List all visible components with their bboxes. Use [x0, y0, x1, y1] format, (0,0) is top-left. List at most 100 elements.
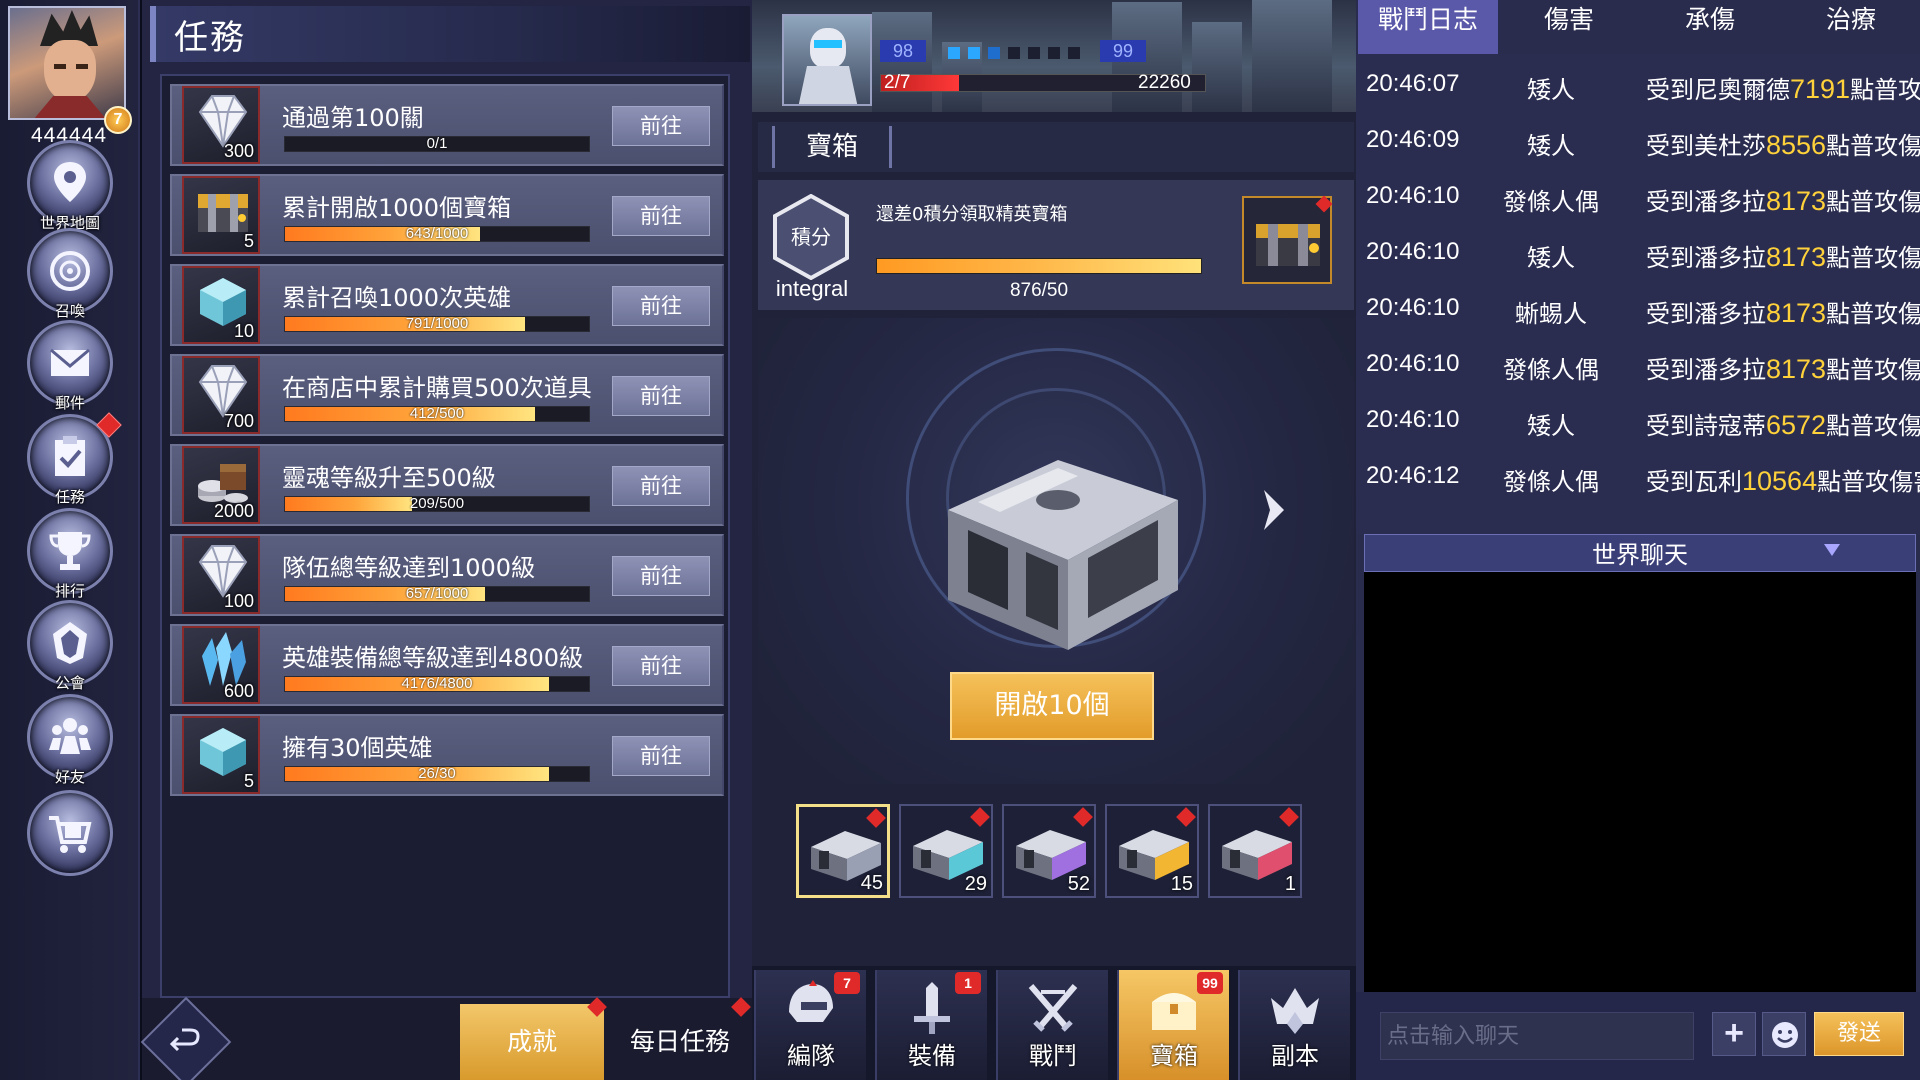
reward-count: 2000 [213, 501, 254, 521]
tab-achievement[interactable]: 成就 [460, 1004, 604, 1080]
chest-slot[interactable]: 1 [1208, 804, 1302, 898]
nav-item-summon-portal[interactable]: 召喚 [18, 228, 122, 334]
nav-item-mail[interactable]: 郵件 [18, 320, 122, 426]
big-chest-icon[interactable] [908, 440, 1208, 670]
quest-reward[interactable]: 5 [182, 176, 260, 254]
elite-chest-reward[interactable] [1242, 196, 1332, 284]
chat-collapse-icon[interactable] [1824, 544, 1840, 556]
nav-label: 郵件 [54, 394, 85, 412]
log-text-pre: 受到潘多拉 [1646, 244, 1766, 272]
log-text-post: 點普攻傷害 [1817, 468, 1920, 496]
friends-icon [49, 718, 91, 754]
next-chest-arrow-icon[interactable] [1258, 486, 1288, 534]
nav-label: 召喚 [54, 302, 85, 320]
hero-portrait[interactable] [782, 14, 872, 106]
log-actor: 發條人偶 [1503, 468, 1599, 496]
quest-reward[interactable]: 700 [182, 356, 260, 434]
points-value: 876/50 [1009, 280, 1069, 301]
chat-emoji-button[interactable] [1762, 1012, 1806, 1056]
log-text-post: 點普攻傷害 [1826, 300, 1920, 328]
nav-circle [27, 790, 113, 876]
bottom-tab-dungeon-crown[interactable]: 副本 [1238, 970, 1350, 1080]
nav-item-clipboard-check[interactable]: 任務 [18, 412, 122, 520]
quest-go-button[interactable]: 前往 [612, 466, 710, 506]
chat-plus-button[interactable]: + [1712, 1012, 1756, 1056]
log-damage-number: 6572 [1766, 410, 1827, 440]
progress-square [1028, 47, 1040, 59]
quest-go-button[interactable]: 前往 [612, 286, 710, 326]
log-tab[interactable]: 承傷 [1640, 0, 1780, 54]
nav-label: 任務 [54, 488, 85, 506]
nav-item-friends[interactable]: 好友 [18, 694, 122, 800]
quest-name: 在商店中累計購買500次道具 [282, 374, 592, 402]
quest-progress-bar: 643/1000 [284, 225, 590, 242]
bottom-tab-chest[interactable]: 寶箱 99 [1117, 970, 1229, 1080]
dungeon-crown-icon [1271, 988, 1319, 1034]
log-time: 20:46:10 [1366, 350, 1460, 377]
chest-slot[interactable]: 45 [796, 804, 890, 898]
chat-messages[interactable] [1364, 572, 1916, 992]
log-text: 受到潘多拉8173點普攻傷害 [1646, 350, 1920, 385]
bottom-tab-crossed-swords[interactable]: 戰鬥 [996, 970, 1108, 1080]
bottom-tab-label: 副本 [1271, 1042, 1319, 1070]
log-row: 20:46:10 矮人 受到詩寇蒂6572點普攻傷害 [1366, 396, 1920, 444]
quest-go-button[interactable]: 前往 [612, 736, 710, 776]
quest-reward[interactable]: 300 [182, 86, 260, 164]
points-message: 還差0積分領取精英寶箱 [876, 204, 1068, 225]
log-tab[interactable]: 戰鬥日志 [1358, 0, 1498, 54]
quest-go-button[interactable]: 前往 [612, 646, 710, 686]
quest-name: 累計召喚1000次英雄 [282, 284, 512, 312]
quest-row: 5 累計開啟1000個寶箱 643/1000 前往 [170, 174, 724, 256]
chest-slot[interactable]: 15 [1105, 804, 1199, 898]
quest-reward[interactable]: 600 [182, 626, 260, 704]
right-level: 99 [1100, 40, 1146, 62]
quest-go-button[interactable]: 前往 [612, 556, 710, 596]
chest-count: 52 [1067, 873, 1090, 895]
quest-reward[interactable]: 5 [182, 716, 260, 794]
progress-square [948, 47, 960, 59]
chest-slot[interactable]: 29 [899, 804, 993, 898]
hp-value: 22260 [1138, 72, 1191, 93]
bottom-tab-badge: 99 [1197, 972, 1223, 994]
log-tab[interactable]: 治療 [1781, 0, 1920, 54]
log-row: 20:46:09 矮人 受到美杜莎8556點普攻傷害 [1366, 116, 1920, 164]
log-text: 受到潘多拉8173點普攻傷害 [1646, 238, 1920, 273]
quest-progress-text: 26/30 [418, 765, 456, 782]
log-text-post: 點普攻傷害 [1826, 244, 1920, 272]
quest-go-button[interactable]: 前往 [612, 376, 710, 416]
nav-label: 排行 [54, 582, 85, 600]
chat-send-button[interactable]: 發送 [1814, 1012, 1904, 1056]
chat-input[interactable] [1380, 1012, 1694, 1060]
log-time: 20:46:10 [1366, 238, 1460, 265]
chest-count: 45 [860, 872, 883, 894]
nav-item-guild-emblem[interactable]: 公會 [18, 600, 122, 706]
quest-progress-bar: 791/1000 [284, 315, 590, 332]
battle-log-list[interactable]: 20:46:07矮人受到尼奧爾德7191點普攻傷害20:46:09矮人受到美杜莎… [1356, 54, 1920, 534]
quest-row: 5 擁有30個英雄 26/30 前往 [170, 714, 724, 796]
quest-row: 700 在商店中累計購買500次道具 412/500 前往 [170, 354, 724, 436]
log-tab[interactable]: 傷害 [1499, 0, 1639, 54]
tab-daily-quests[interactable]: 每日任務 [610, 1004, 750, 1080]
log-text: 受到詩寇蒂6572點普攻傷害 [1646, 406, 1920, 441]
player-avatar[interactable] [8, 6, 126, 120]
quest-go-button[interactable]: 前往 [612, 196, 710, 236]
bottom-tab-badge: 7 [834, 972, 860, 994]
nav-item-trophy[interactable]: 排行 [18, 508, 122, 614]
log-actor: 矮人 [1527, 76, 1575, 104]
quest-list[interactable]: 300 通過第100關 0/1 前往 5 累計開啟1000個寶箱 643/1000 前往 10 累… [160, 74, 730, 998]
quest-reward[interactable]: 2000 [182, 446, 260, 524]
open-10-button[interactable]: 開啟10個 [950, 672, 1154, 740]
quest-go-button[interactable]: 前往 [612, 106, 710, 146]
log-damage-number: 10564 [1742, 466, 1818, 496]
quest-reward[interactable]: 100 [182, 536, 260, 614]
log-text-pre: 受到詩寇蒂 [1646, 412, 1766, 440]
chest-slot[interactable]: 52 [1002, 804, 1096, 898]
quest-reward[interactable]: 10 [182, 266, 260, 344]
bottom-tab-helmet[interactable]: 編隊 7 [754, 970, 866, 1080]
quest-name: 擁有30個英雄 [282, 734, 433, 762]
quest-name: 靈魂等級升至500級 [282, 464, 496, 492]
bottom-tab-sword[interactable]: 裝備 1 [875, 970, 987, 1080]
nav-item-shop-cart[interactable] [18, 790, 122, 896]
reward-count: 700 [223, 411, 254, 431]
quest-progress-bar: 412/500 [284, 405, 590, 422]
